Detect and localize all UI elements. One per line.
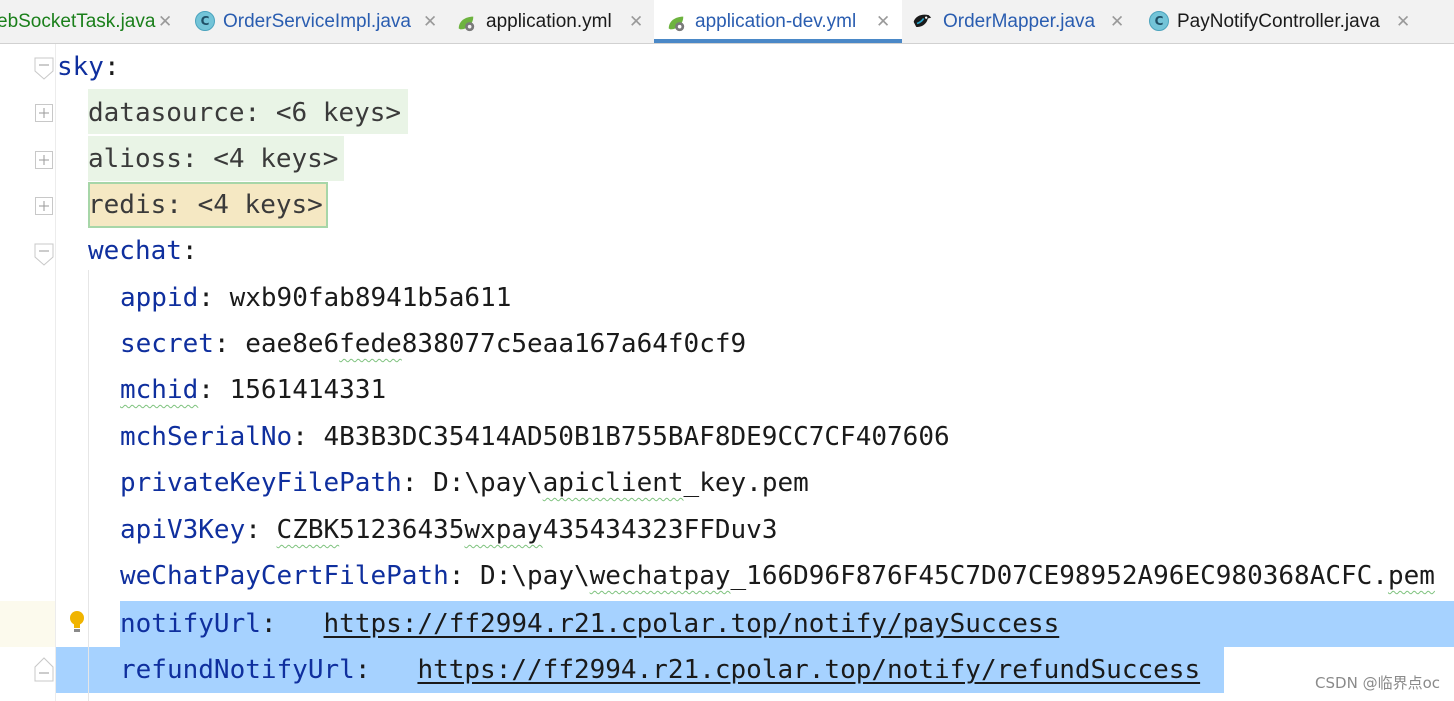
yaml-value-typo: fede (339, 329, 402, 359)
yaml-key: mchid (120, 375, 199, 405)
code-line-appid: appid: wxb90fab8941b5a611 (120, 283, 512, 313)
close-icon[interactable]: ✕ (158, 10, 172, 34)
tab-application-dev-yml[interactable]: application-dev.yml ✕ (654, 0, 902, 43)
tab-label: ebSocketTask.java (0, 11, 156, 32)
yaml-value-typo: pem (1387, 561, 1435, 591)
yaml-value: wxb90fab8941b5a611 (229, 283, 512, 313)
fold-collapse-icon[interactable] (34, 243, 54, 267)
tab-application-yml[interactable]: application.yml ✕ (448, 0, 653, 43)
yaml-key: weChatPayCertFilePath (120, 561, 449, 591)
yaml-value: D:\pay\ (433, 468, 543, 498)
yaml-value: D:\pay\ (480, 561, 590, 591)
tab-websockettask[interactable]: ebSocketTask.java ✕ (0, 0, 184, 43)
code-line-mchserialno: mchSerialNo: 4B3B3DC35414AD50B1B755BAF8D… (120, 422, 950, 452)
code-line-mchid: mchid: 1561414331 (120, 375, 387, 405)
spring-yaml-icon (458, 16, 475, 32)
yaml-key: secret (120, 329, 214, 359)
fold-collapse-icon[interactable] (34, 57, 54, 81)
yaml-key: sky (57, 52, 104, 82)
current-line-gutter (0, 601, 56, 647)
yaml-key: apiV3Key (120, 515, 246, 545)
tab-label: OrderMapper.java (943, 11, 1096, 32)
yaml-value: 1561414331 (229, 375, 387, 405)
code-line-notifyurl: notifyUrl: https://ff2994.r21.cpolar.top… (120, 609, 1060, 639)
yaml-value: _166D96F876F45C7D07CE98952A96EC980368ACF… (730, 561, 1388, 591)
class-icon: C (1149, 11, 1169, 31)
tab-label: PayNotifyController.java (1177, 11, 1380, 32)
tab-label: application.yml (486, 11, 612, 32)
code-line-privatekeyfilepath: privateKeyFilePath: D:\pay\apiclient_key… (120, 468, 809, 498)
yaml-value: eae8e6 (245, 329, 340, 359)
code-line-alioss[interactable]: alioss: <4 keys> (88, 136, 338, 182)
lightbulb-icon[interactable] (67, 609, 87, 635)
indent-guide (88, 270, 89, 701)
yaml-colon: : (103, 52, 120, 82)
yaml-key: refundNotifyUrl (120, 655, 355, 685)
url-link[interactable]: https://ff2994.r21.cpolar.top/notify/pay… (324, 609, 1060, 639)
code-line-wechatpaycertfilepath: weChatPayCertFilePath: D:\pay\wechatpay_… (120, 561, 1435, 591)
yaml-value-typo: wxpay (464, 515, 543, 545)
code-line-refundnotifyurl: refundNotifyUrl: https://ff2994.r21.cpol… (120, 655, 1201, 685)
code-line-wechat: wechat: (88, 228, 198, 274)
folded-summary[interactable]: <4 keys> (198, 190, 323, 220)
yaml-key: privateKeyFilePath (120, 468, 402, 498)
tab-orderserviceimpl[interactable]: C OrderServiceImpl.java ✕ (185, 0, 447, 43)
mybatis-bird-icon (913, 14, 932, 27)
fold-expand-icon[interactable] (35, 151, 53, 169)
yaml-key: wechat (88, 236, 182, 266)
close-icon[interactable]: ✕ (1110, 10, 1124, 34)
gutter-separator (55, 44, 56, 701)
yaml-colon: : (181, 236, 198, 266)
yaml-value: _key.pem (683, 468, 809, 498)
tab-paynotifycontroller[interactable]: C PayNotifyController.java ✕ (1138, 0, 1454, 43)
active-tab-indicator (654, 39, 902, 43)
tab-ordermapper[interactable]: OrderMapper.java ✕ (903, 0, 1137, 43)
close-icon[interactable]: ✕ (876, 10, 890, 34)
fold-expand-icon[interactable] (35, 104, 53, 122)
close-icon[interactable]: ✕ (1396, 10, 1410, 34)
code-editor[interactable]: sky: datasource: <6 keys> alioss: <4 key… (0, 44, 1454, 701)
yaml-key: notifyUrl (120, 609, 261, 639)
tab-label: application-dev.yml (695, 11, 857, 32)
fold-expand-icon[interactable] (35, 197, 53, 215)
code-line-secret: secret: eae8e6fede838077c5eaa167a64f0cf9 (120, 329, 747, 359)
tab-label: OrderServiceImpl.java (223, 11, 411, 32)
folded-key: alioss (88, 144, 182, 174)
yaml-value-typo: wechatpay (589, 561, 731, 591)
folded-summary[interactable]: <6 keys> (276, 98, 401, 128)
spring-yaml-icon (668, 16, 685, 32)
yaml-value: 435434323FFDuv3 (542, 515, 778, 545)
watermark: CSDN @临界点oc (1315, 674, 1440, 692)
yaml-value: 51236435 (339, 515, 465, 545)
code-line-apiv3key: apiV3Key: CZBK51236435wxpay435434323FFDu… (120, 515, 778, 545)
close-icon[interactable]: ✕ (423, 10, 437, 34)
code-line-redis[interactable]: redis: <4 keys> (88, 182, 323, 228)
folded-summary[interactable]: <4 keys> (213, 144, 338, 174)
yaml-key: appid (120, 283, 199, 313)
fold-end-icon[interactable] (34, 656, 54, 682)
code-line-sky: sky: (57, 44, 120, 90)
code-line-datasource[interactable]: datasource: <6 keys> (88, 90, 401, 136)
class-icon: C (195, 11, 215, 31)
editor-tab-bar: ebSocketTask.java ✕ C OrderServiceImpl.j… (0, 0, 1454, 44)
yaml-value: 838077c5eaa167a64f0cf9 (401, 329, 747, 359)
folded-key: redis (88, 190, 167, 220)
yaml-value: 4B3B3DC35414AD50B1B755BAF8DE9CC7CF407606 (323, 422, 950, 452)
url-link[interactable]: https://ff2994.r21.cpolar.top/notify/ref… (417, 655, 1200, 685)
yaml-value-typo: apiclient (542, 468, 684, 498)
folded-key: datasource (88, 98, 245, 128)
yaml-key: mchSerialNo (120, 422, 293, 452)
yaml-value-typo: CZBK (276, 515, 340, 545)
close-icon[interactable]: ✕ (629, 10, 643, 34)
